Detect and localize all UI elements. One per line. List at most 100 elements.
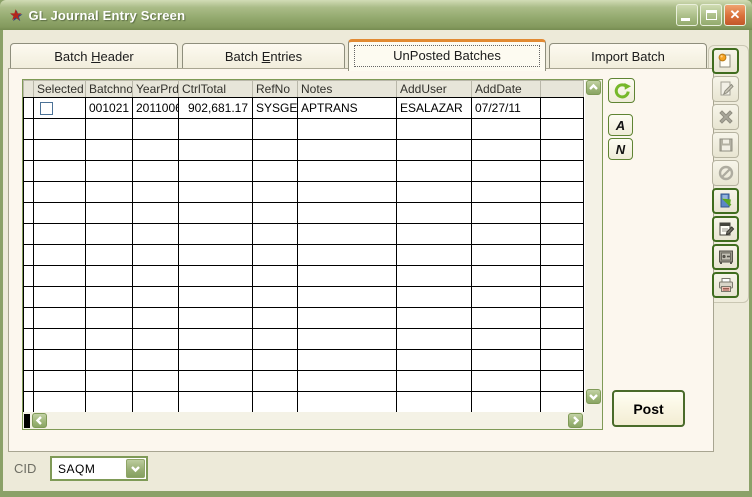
scroll-right-button[interactable] xyxy=(568,413,583,428)
cell-adddate xyxy=(472,119,541,140)
row-header-cell xyxy=(24,161,34,182)
cell-yearprd xyxy=(133,203,179,224)
cell-selected xyxy=(34,329,86,350)
edit-record-button xyxy=(712,76,739,102)
save-floppy-icon xyxy=(717,136,735,154)
scroll-up-button[interactable] xyxy=(586,80,601,95)
cell-notes xyxy=(298,203,397,224)
row-header-cell xyxy=(24,119,34,140)
chevron-left-icon xyxy=(34,415,45,426)
cell-blank xyxy=(541,350,584,371)
close-button[interactable]: ✕ xyxy=(724,4,746,26)
cid-select[interactable]: SAQM xyxy=(50,456,148,481)
cell-adduser xyxy=(397,266,472,287)
row-header-cell xyxy=(24,98,34,119)
refresh-button[interactable] xyxy=(608,78,635,103)
row-header-cell xyxy=(24,182,34,203)
cell-ctrltotal xyxy=(179,203,253,224)
tab-batch-header[interactable]: Batch Header xyxy=(10,43,178,70)
cell-yearprd xyxy=(133,119,179,140)
scroll-left-button[interactable] xyxy=(32,413,47,428)
cell-selected xyxy=(34,350,86,371)
cell-refno xyxy=(253,140,298,161)
vault-button[interactable] xyxy=(712,244,739,270)
cell-ctrltotal xyxy=(179,371,253,392)
cell-adddate xyxy=(472,308,541,329)
cell-adduser xyxy=(397,308,472,329)
cell-selected xyxy=(34,140,86,161)
cell-yearprd xyxy=(133,287,179,308)
cell-adddate xyxy=(472,329,541,350)
cell-selected xyxy=(34,224,86,245)
table-row xyxy=(24,140,584,161)
add-record-button[interactable] xyxy=(712,48,739,74)
cell-batchno xyxy=(86,182,133,203)
table-row xyxy=(24,392,584,413)
vertical-scrollbar[interactable] xyxy=(586,80,602,412)
cell-ctrltotal xyxy=(179,119,253,140)
tab-batch-entries[interactable]: Batch Entries xyxy=(182,43,345,70)
print-button[interactable] xyxy=(712,272,739,298)
grid-data-area: SelectedBatchnoYearPrdCtrlTotalRefNoNote… xyxy=(23,80,585,412)
select-none-button[interactable]: N xyxy=(608,138,633,160)
cell-adddate xyxy=(472,266,541,287)
cell-blank xyxy=(541,98,584,119)
table-row xyxy=(24,308,584,329)
cell-adduser xyxy=(397,119,472,140)
cell-adduser xyxy=(397,140,472,161)
cell-selected xyxy=(34,287,86,308)
cell-yearprd xyxy=(133,140,179,161)
tab-unposted-batches[interactable]: UnPosted Batches xyxy=(348,39,546,71)
cell-selected xyxy=(34,266,86,287)
tab-import-batch[interactable]: Import Batch xyxy=(549,43,707,70)
safe-icon xyxy=(717,248,735,266)
horizontal-scrollbar[interactable] xyxy=(23,413,585,429)
table-row xyxy=(24,329,584,350)
cell-selected xyxy=(34,203,86,224)
cell-blank xyxy=(541,266,584,287)
table-row xyxy=(24,287,584,308)
cell-refno xyxy=(253,245,298,266)
cell-blank xyxy=(541,245,584,266)
tab-focus-outline xyxy=(354,45,540,67)
cell-refno xyxy=(253,308,298,329)
cell-blank xyxy=(541,392,584,413)
import-export-button[interactable] xyxy=(712,188,739,214)
window-title: GL Journal Entry Screen xyxy=(28,8,185,23)
maximize-button[interactable] xyxy=(700,4,722,26)
cell-adduser xyxy=(397,245,472,266)
cell-ctrltotal xyxy=(179,350,253,371)
select-all-button[interactable]: A xyxy=(608,114,633,136)
table-row xyxy=(24,224,584,245)
cell-adduser xyxy=(397,371,472,392)
close-icon: ✕ xyxy=(725,7,745,23)
cell-refno xyxy=(253,392,298,413)
cell-selected xyxy=(34,308,86,329)
cell-yearprd xyxy=(133,224,179,245)
cell-refno xyxy=(253,350,298,371)
row-select-checkbox[interactable] xyxy=(40,102,53,115)
corner-header-cell xyxy=(24,81,34,98)
cell-adddate: 07/27/11 xyxy=(472,98,541,119)
minimize-icon xyxy=(681,18,690,21)
table-row xyxy=(24,119,584,140)
cell-selected xyxy=(34,161,86,182)
cell-batchno xyxy=(86,245,133,266)
client-area: Batch Header Batch Entries UnPosted Batc… xyxy=(3,30,749,491)
cell-ctrltotal xyxy=(179,329,253,350)
scroll-down-button[interactable] xyxy=(586,389,601,404)
app-star-icon: ★ xyxy=(9,8,22,23)
post-button[interactable]: Post xyxy=(612,390,685,427)
cell-batchno xyxy=(86,203,133,224)
cell-yearprd xyxy=(133,329,179,350)
cell-adduser xyxy=(397,287,472,308)
document-green-arrow-icon xyxy=(717,192,735,210)
minimize-button[interactable] xyxy=(676,4,698,26)
notes-button[interactable] xyxy=(712,216,739,242)
cell-adddate xyxy=(472,140,541,161)
printer-icon xyxy=(717,276,735,294)
cid-dropdown-button[interactable] xyxy=(126,459,145,478)
cell-refno xyxy=(253,224,298,245)
new-document-icon xyxy=(717,52,735,70)
scrollbar-split-box[interactable] xyxy=(24,414,30,428)
